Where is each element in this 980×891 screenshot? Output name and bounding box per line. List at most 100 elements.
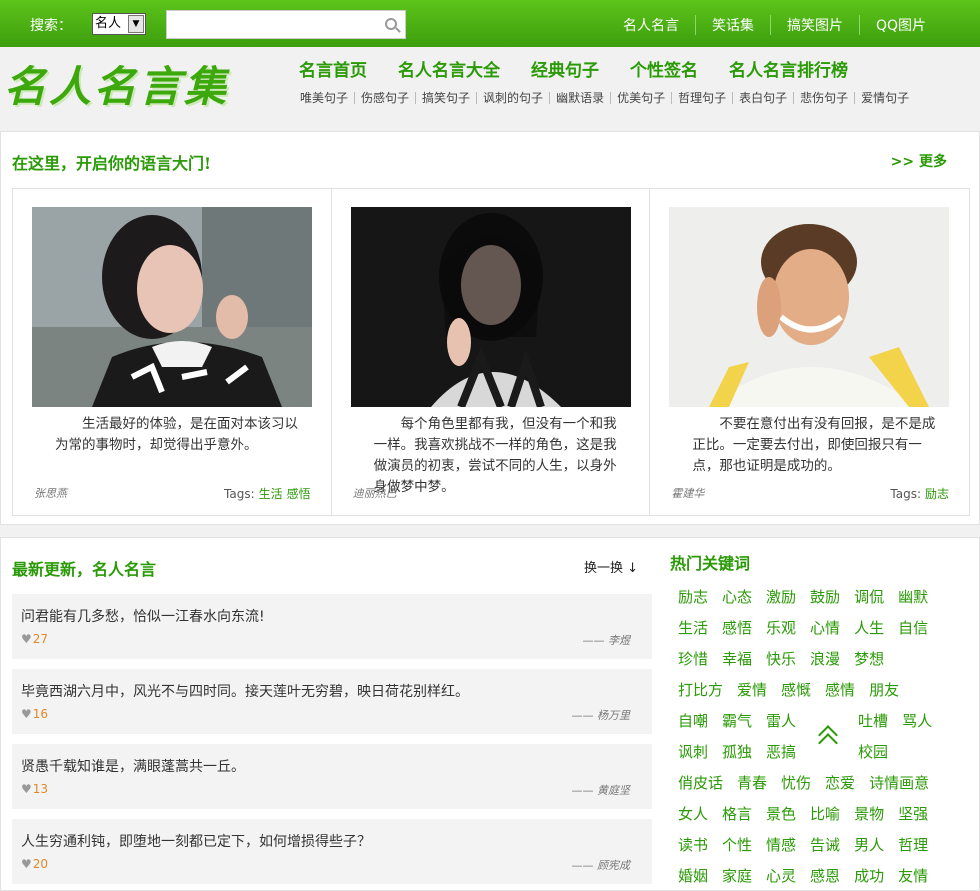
keyword-link[interactable]: 恶搞 xyxy=(766,741,796,762)
keyword-link[interactable]: 自信 xyxy=(898,617,928,638)
keyword-link[interactable]: 孤独 xyxy=(722,741,752,762)
portrait-photo[interactable] xyxy=(350,207,631,407)
nav-paihang[interactable]: 名人名言排行榜 xyxy=(729,56,848,81)
back-to-top-button[interactable] xyxy=(805,712,855,762)
more-link[interactable]: >> 更多 xyxy=(891,151,947,171)
keyword-link[interactable]: 坚强 xyxy=(898,803,928,824)
keyword-link[interactable]: 自嘲 xyxy=(678,710,708,731)
subnav-item[interactable]: 哲理句子 xyxy=(671,92,732,104)
keyword-link[interactable]: 心态 xyxy=(722,586,752,607)
keyword-link[interactable]: 梦想 xyxy=(854,648,884,669)
keyword-link[interactable]: 雷人 xyxy=(766,710,796,731)
keyword-link[interactable]: 感情 xyxy=(825,679,855,700)
keyword-link[interactable]: 心灵 xyxy=(766,865,796,886)
keyword-link[interactable]: 感慨 xyxy=(781,679,811,700)
list-item[interactable]: 人生穷通利钝，即堕地一刻都已定下，如何增损得些子？ ♥20 —— 顾宪成 xyxy=(12,819,652,884)
search-input[interactable] xyxy=(166,10,406,39)
subnav-item[interactable]: 表白句子 xyxy=(732,92,793,104)
tag-link[interactable]: 感悟 xyxy=(287,487,311,501)
keyword-link[interactable]: 调侃 xyxy=(854,586,884,607)
list-item[interactable]: 毕竟西湖六月中，风光不与四时同。接天莲叶无穷碧，映日荷花别样红。 ♥16 —— … xyxy=(12,669,652,734)
like-count[interactable]: ♥27 xyxy=(21,632,48,646)
keyword-link[interactable]: 哲理 xyxy=(898,834,928,855)
list-item[interactable]: 贤愚千载知谁是，满眼蓬蒿共一丘。 ♥13 —— 黄庭坚 xyxy=(12,744,652,809)
subnav-item[interactable]: 悲伤句子 xyxy=(793,92,854,104)
subnav-item[interactable]: 伤感句子 xyxy=(354,92,415,104)
tag-link[interactable]: 生活 xyxy=(259,487,283,501)
site-logo[interactable]: 名人名言集 xyxy=(4,53,229,114)
top-link-mingren[interactable]: 名人名言 xyxy=(607,15,695,35)
keyword-link[interactable]: 激励 xyxy=(766,586,796,607)
keyword-link[interactable]: 情感 xyxy=(766,834,796,855)
portrait-photo[interactable] xyxy=(669,207,950,407)
keyword-link[interactable]: 幸福 xyxy=(722,648,752,669)
subnav-item[interactable]: 幽默语录 xyxy=(549,92,610,104)
card-author[interactable]: 迪丽热巴 xyxy=(353,485,397,501)
top-link-gaoxiao[interactable]: 搞笑图片 xyxy=(769,15,859,35)
like-count[interactable]: ♥20 xyxy=(21,857,48,871)
quote-text[interactable]: 毕竟西湖六月中，风光不与四时同。接天莲叶无穷碧，映日荷花别样红。 xyxy=(21,681,469,701)
keyword-link[interactable]: 吐槽 xyxy=(858,710,888,731)
search-icon[interactable] xyxy=(385,18,397,30)
keyword-link[interactable]: 爱情 xyxy=(737,679,767,700)
keyword-link[interactable]: 朋友 xyxy=(869,679,899,700)
list-item[interactable]: 问君能有几多愁，恰似一江春水向东流! ♥27 —— 李煜 xyxy=(12,594,652,659)
featured-card[interactable]: 不要在意付出有没有回报，是不是成正比。一定要去付出，即使回报只有一点，那也证明是… xyxy=(650,189,969,515)
keyword-link[interactable]: 忧伤 xyxy=(781,772,811,793)
keyword-link[interactable]: 励志 xyxy=(678,586,708,607)
subnav-item[interactable]: 唯美句子 xyxy=(300,92,354,104)
keyword-link[interactable]: 比喻 xyxy=(810,803,840,824)
chevron-down-icon[interactable]: ▼ xyxy=(128,15,144,33)
tag-link[interactable]: 励志 xyxy=(925,487,949,501)
keyword-link[interactable]: 格言 xyxy=(722,803,752,824)
like-count[interactable]: ♥13 xyxy=(21,782,48,796)
keyword-link[interactable]: 成功 xyxy=(854,865,884,886)
subnav-item[interactable]: 讽刺的句子 xyxy=(476,92,549,104)
search-type-select[interactable]: 名人 ▼ xyxy=(92,13,146,35)
keyword-link[interactable]: 感恩 xyxy=(810,865,840,886)
top-link-qq[interactable]: QQ图片 xyxy=(858,15,942,35)
keyword-link[interactable]: 生活 xyxy=(678,617,708,638)
keyword-link[interactable]: 诗情画意 xyxy=(869,772,929,793)
nav-home[interactable]: 名言首页 xyxy=(299,56,367,81)
keyword-link[interactable]: 读书 xyxy=(678,834,708,855)
subnav-item[interactable]: 优美句子 xyxy=(610,92,671,104)
portrait-photo[interactable] xyxy=(32,207,312,407)
keyword-link[interactable]: 鼓励 xyxy=(810,586,840,607)
keyword-link[interactable]: 告诫 xyxy=(810,834,840,855)
nav-daquan[interactable]: 名人名言大全 xyxy=(398,56,500,81)
top-link-xiaohua[interactable]: 笑话集 xyxy=(694,15,770,35)
nav-jingdian[interactable]: 经典句子 xyxy=(531,56,599,81)
keyword-link[interactable]: 快乐 xyxy=(766,648,796,669)
keyword-link[interactable]: 景物 xyxy=(854,803,884,824)
keyword-link[interactable]: 恋爱 xyxy=(825,772,855,793)
quote-author[interactable]: —— 杨万里 xyxy=(572,707,631,723)
keyword-link[interactable]: 男人 xyxy=(854,834,884,855)
subnav-item[interactable]: 爱情句子 xyxy=(854,92,915,104)
quote-text[interactable]: 人生穷通利钝，即堕地一刻都已定下，如何增损得些子？ xyxy=(21,831,371,851)
keyword-link[interactable]: 景色 xyxy=(766,803,796,824)
keyword-link[interactable]: 乐观 xyxy=(766,617,796,638)
quote-author[interactable]: —— 李煜 xyxy=(583,632,631,648)
card-author[interactable]: 张思燕 xyxy=(34,485,67,501)
quote-text[interactable]: 贤愚千载知谁是，满眼蓬蒿共一丘。 xyxy=(21,756,245,776)
like-count[interactable]: ♥16 xyxy=(21,707,48,721)
quote-text[interactable]: 问君能有几多愁，恰似一江春水向东流! xyxy=(21,606,265,626)
keyword-link[interactable]: 浪漫 xyxy=(810,648,840,669)
keyword-link[interactable]: 讽刺 xyxy=(678,741,708,762)
keyword-link[interactable]: 珍惜 xyxy=(678,648,708,669)
keyword-link[interactable]: 霸气 xyxy=(722,710,752,731)
keyword-link[interactable]: 个性 xyxy=(722,834,752,855)
card-author[interactable]: 霍建华 xyxy=(671,485,704,501)
keyword-link[interactable]: 校园 xyxy=(858,741,888,762)
keyword-link[interactable]: 友情 xyxy=(898,865,928,886)
keyword-link[interactable]: 骂人 xyxy=(902,710,932,731)
keyword-link[interactable]: 心情 xyxy=(810,617,840,638)
shuffle-button[interactable]: 换一换 ↓ xyxy=(584,557,638,576)
keyword-link[interactable]: 家庭 xyxy=(722,865,752,886)
keyword-link[interactable]: 俏皮话 xyxy=(678,772,723,793)
keyword-link[interactable]: 女人 xyxy=(678,803,708,824)
subnav-item[interactable]: 搞笑句子 xyxy=(415,92,476,104)
keyword-link[interactable]: 感悟 xyxy=(722,617,752,638)
quote-author[interactable]: —— 顾宪成 xyxy=(572,857,631,873)
